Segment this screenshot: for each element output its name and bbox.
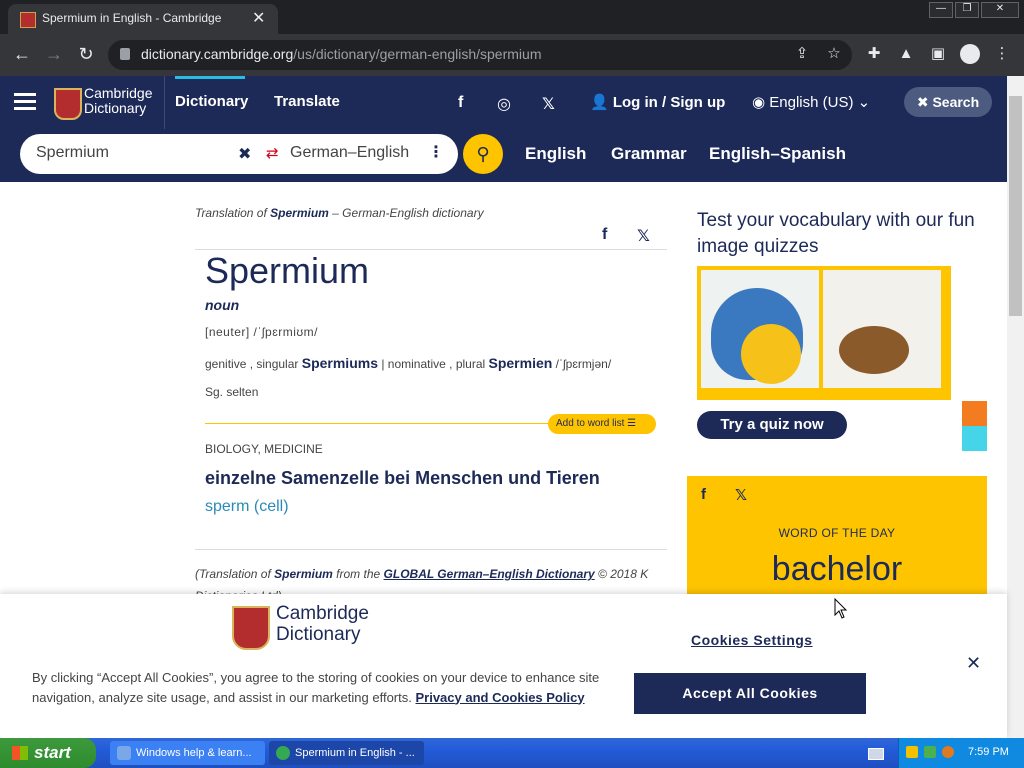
more-options-icon[interactable]: ⋮ <box>428 142 444 162</box>
quiz-title: Test your vocabulary with our fun image … <box>697 210 975 257</box>
sidepanel-icon[interactable]: ▣ <box>930 46 946 62</box>
help-app-icon <box>117 746 131 760</box>
start-button[interactable]: start <box>0 738 96 768</box>
header-search-button[interactable]: ✖ Search <box>904 87 992 117</box>
word-of-the-day-card: f 𝕏 WORD OF THE DAY bachelor <box>687 476 987 594</box>
source-divider <box>195 549 667 550</box>
tab-title: Spermium in English - Cambridge Dic <box>42 11 222 25</box>
cookies-settings-button[interactable]: Cookies Settings <box>691 632 813 648</box>
taskbar-item-help[interactable]: Windows help & learn... <box>110 741 265 765</box>
list-icon: ☰ <box>627 418 637 429</box>
add-to-word-list-button[interactable]: Add to word list ☰ <box>548 414 656 434</box>
headword: Spermium <box>205 250 370 291</box>
inflection-forms: genitive , singular Spermiums | nominati… <box>205 355 612 371</box>
maximize-button[interactable]: ❐ <box>955 2 979 18</box>
taskbar-item-chrome[interactable]: Spermium in English - ... <box>269 741 424 765</box>
link-english[interactable]: English <box>525 144 586 164</box>
privacy-policy-link[interactable]: Privacy and Cookies Policy <box>415 690 584 705</box>
extensions-icon[interactable]: ✚ <box>866 46 882 62</box>
user-icon: 👤 <box>590 94 609 111</box>
cookie-banner <box>0 594 1007 738</box>
global-dictionary-link[interactable]: GLOBAL German–English Dictionary <box>384 567 595 581</box>
cookie-shield-logo <box>232 606 270 650</box>
scrollbar-thumb[interactable] <box>1009 96 1022 316</box>
mouse-cursor <box>834 597 848 625</box>
chevron-down-icon: ⌄ <box>857 94 871 111</box>
search-input[interactable]: Spermium ✖ ⇄ German–English ⋮ <box>20 134 458 174</box>
network-icon[interactable] <box>924 746 936 758</box>
forward-button[interactable]: → <box>42 44 66 65</box>
browser-tab[interactable]: Spermium in English - Cambridge Dic ✕ <box>8 4 278 34</box>
wotd-facebook-icon[interactable]: f <box>701 486 706 503</box>
url-text: dictionary.cambridge.org/us/dictionary/g… <box>141 46 542 62</box>
facebook-icon[interactable]: f <box>458 94 463 112</box>
cookie-logo-text: Cambridge Dictionary <box>276 603 369 645</box>
windows-flag-icon <box>12 746 28 760</box>
dictionary-select[interactable]: German–English <box>290 144 409 162</box>
clear-search-icon[interactable]: ✖ <box>238 144 251 164</box>
share-x-icon[interactable]: 𝕏 <box>637 226 650 246</box>
window-close-button[interactable]: ✕ <box>981 2 1019 18</box>
bookmark-star-icon[interactable]: ☆ <box>826 46 842 62</box>
wotd-label: WORD OF THE DAY <box>778 526 896 540</box>
back-button[interactable]: ← <box>10 44 34 65</box>
lock-icon <box>120 48 130 60</box>
address-bar[interactable]: dictionary.cambridge.org/us/dictionary/g… <box>108 40 852 70</box>
snail-image <box>823 270 941 388</box>
link-grammar[interactable]: Grammar <box>611 144 687 164</box>
tab-close-icon[interactable]: ✕ <box>252 8 265 28</box>
favicon-icon <box>20 12 36 28</box>
site-logo[interactable]: Cambridge Dictionary <box>84 86 152 116</box>
quiz-image[interactable] <box>697 266 951 400</box>
instagram-icon[interactable]: ◎ <box>497 94 511 114</box>
share-facebook-icon[interactable]: f <box>602 226 607 244</box>
swap-languages-icon[interactable]: ⇄ <box>266 144 279 162</box>
header-divider <box>164 76 165 129</box>
nav-dictionary[interactable]: Dictionary <box>175 93 248 110</box>
language-selector[interactable]: ◉ English (US) ⌄ <box>752 93 870 111</box>
cambridge-shield-logo[interactable] <box>54 88 82 120</box>
parrot-image <box>701 270 819 388</box>
menu-dots-icon[interactable]: ⋮ <box>994 46 1010 62</box>
search-tray-icon[interactable] <box>942 746 954 758</box>
usage-note: Sg. selten <box>205 385 259 399</box>
part-of-speech: noun <box>205 297 240 313</box>
cookie-text: By clicking “Accept All Cookies”, you ag… <box>32 670 600 705</box>
hamburger-menu-icon[interactable] <box>14 93 36 111</box>
login-link[interactable]: 👤 Log in / Sign up <box>590 93 725 111</box>
cookie-close-icon[interactable]: ✕ <box>966 653 981 674</box>
profile-avatar[interactable] <box>960 44 980 64</box>
x-close-search-icon: ✖ <box>916 94 929 110</box>
translation-link[interactable]: sperm (cell) <box>205 498 289 516</box>
globe-icon: ◉ <box>752 94 766 111</box>
decor-orange-square <box>962 401 987 426</box>
word-list-rule <box>205 423 565 424</box>
accept-all-cookies-button[interactable]: Accept All Cookies <box>634 673 866 714</box>
domain-label: BIOLOGY, MEDICINE <box>205 442 323 456</box>
keyboard-icon[interactable] <box>868 748 884 760</box>
lab-icon[interactable]: ▲ <box>898 46 914 62</box>
grammar-pronunciation: [neuter] /ˈʃpɛrmiʊm/ <box>205 325 319 339</box>
search-submit-button[interactable]: ⚲ <box>463 134 503 174</box>
minimize-button[interactable]: — <box>929 2 953 18</box>
security-shield-icon[interactable] <box>906 746 918 758</box>
clock: 7:59 PM <box>968 746 1009 758</box>
chrome-icon <box>276 746 290 760</box>
active-nav-indicator <box>175 76 245 79</box>
search-query[interactable]: Spermium <box>36 144 109 162</box>
x-twitter-icon[interactable]: 𝕏 <box>542 94 555 114</box>
entry-breadcrumb: Translation of Spermium – German-English… <box>195 206 484 220</box>
link-english-spanish[interactable]: English–Spanish <box>709 144 846 164</box>
share-page-icon[interactable]: ⇪ <box>794 46 810 62</box>
magnifier-icon: ⚲ <box>476 144 490 164</box>
definition: einzelne Samenzelle bei Menschen und Tie… <box>205 468 600 488</box>
wotd-x-icon[interactable]: 𝕏 <box>735 486 747 504</box>
nav-translate[interactable]: Translate <box>274 93 340 110</box>
wotd-word[interactable]: bachelor <box>687 550 987 589</box>
try-quiz-button[interactable]: Try a quiz now <box>697 411 847 439</box>
reload-button[interactable]: ↻ <box>74 44 98 65</box>
decor-cyan-square <box>962 426 987 451</box>
